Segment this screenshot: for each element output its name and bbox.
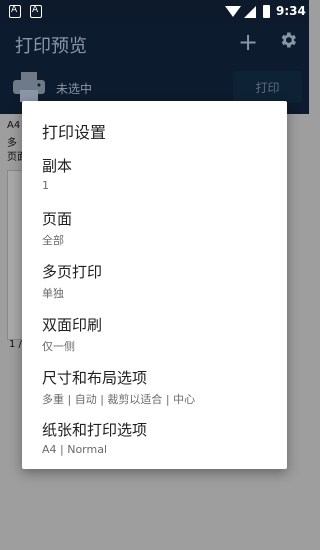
page-title: 打印预览: [15, 36, 87, 57]
option-label: 双面印刷: [42, 316, 103, 334]
status-bar: A A 9:34: [0, 0, 309, 24]
option-value: 单独: [42, 287, 64, 300]
battery-icon: [263, 5, 270, 18]
option-value: A4 | Normal: [42, 443, 108, 456]
print-settings-dialog: 打印设置 副本 1 页面 全部 多页打印 单独 双面印刷 仅一侧 尺寸和布局选项…: [22, 101, 287, 469]
signal-icon: [244, 6, 256, 18]
option-label: 纸张和打印选项: [42, 421, 148, 439]
printer-icon: [13, 72, 45, 102]
option-label: 多页打印: [42, 263, 103, 281]
option-duplex[interactable]: 双面印刷 仅一侧: [22, 314, 287, 364]
page-preview: [7, 170, 22, 340]
page-number: 1 /: [9, 339, 22, 350]
option-size-layout[interactable]: 尺寸和布局选项 多重 | 自动 | 裁剪以适合 | 中心: [22, 367, 287, 417]
option-label: 副本: [42, 157, 73, 175]
gear-icon[interactable]: [278, 30, 298, 50]
option-multipage[interactable]: 多页打印 单独: [22, 261, 287, 311]
copies-text: 多: [7, 138, 17, 149]
notification-icon: A: [30, 5, 42, 18]
print-button[interactable]: 打印: [233, 71, 302, 103]
dialog-title: 打印设置: [42, 123, 107, 142]
option-value: 多重 | 自动 | 裁剪以适合 | 中心: [42, 393, 196, 406]
option-value: 全部: [42, 234, 64, 247]
option-paper-print[interactable]: 纸张和打印选项 A4 | Normal: [22, 419, 287, 469]
option-pages[interactable]: 页面 全部: [22, 208, 287, 258]
paper-size-text: A4: [7, 120, 21, 131]
printer-status: 未选中: [56, 82, 93, 96]
notification-icon: A: [9, 5, 21, 18]
wifi-icon: [225, 6, 241, 17]
option-copies[interactable]: 副本 1: [22, 155, 287, 205]
clock: 9:34: [276, 4, 306, 18]
option-label: 页面: [42, 210, 73, 228]
add-icon[interactable]: +: [238, 28, 258, 56]
option-value: 1: [42, 179, 49, 192]
option-label: 尺寸和布局选项: [42, 369, 148, 387]
option-value: 仅一侧: [42, 340, 75, 353]
